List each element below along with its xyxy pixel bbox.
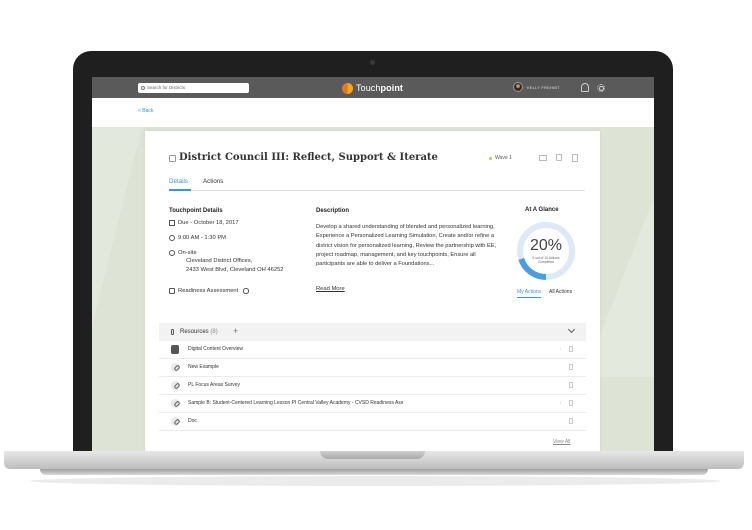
details-heading: Touchpoint Details — [169, 208, 223, 214]
active-tab-indicator — [169, 189, 191, 191]
wave-label: Wave 1 — [495, 155, 512, 161]
resource-row[interactable]: PL Focus Areas Survey — [159, 377, 586, 395]
trash-icon[interactable] — [572, 154, 578, 162]
mail-icon[interactable] — [539, 155, 547, 161]
resource-name[interactable]: New Example — [188, 364, 219, 370]
laptop-notch — [320, 451, 425, 459]
link-icon — [171, 381, 180, 390]
delete-icon[interactable] — [569, 346, 573, 352]
avatar — [513, 82, 523, 92]
active-toggle-indicator — [517, 297, 541, 299]
description-text: Develop a shared understanding of blende… — [316, 224, 497, 268]
calendar-icon — [169, 220, 175, 226]
back-bar: < Back — [92, 98, 654, 127]
view-all-link[interactable]: View All — [553, 439, 570, 445]
laptop-screen: Search for Districts Touchpoint KELLY FR… — [92, 77, 654, 451]
due-date: Due - October 18, 2017 — [169, 219, 239, 227]
delete-icon[interactable] — [569, 400, 573, 406]
resource-row[interactable]: Doc — [159, 413, 586, 431]
paperclip-icon — [171, 329, 174, 335]
all-actions-toggle[interactable]: All Actions — [549, 289, 572, 295]
page-title: District Council III: Reflect, Support &… — [179, 152, 438, 163]
laptop-base-bottom — [40, 469, 708, 475]
link-icon — [171, 363, 180, 372]
resources-header[interactable]: Resources (8) + — [159, 323, 586, 341]
resources-count: (8) — [210, 328, 218, 335]
at-a-glance-heading: At A Glance — [525, 207, 559, 213]
add-resource-button[interactable]: + — [233, 327, 238, 336]
back-link[interactable]: < Back — [138, 108, 153, 114]
info-icon[interactable] — [243, 288, 249, 294]
session-checkbox[interactable] — [169, 155, 176, 162]
download-icon[interactable]: ↓ — [559, 400, 562, 406]
progress-percent: 20% — [529, 237, 563, 254]
read-more-link[interactable]: Read More — [316, 286, 345, 292]
resource-name[interactable]: Digital Content Overview — [188, 346, 243, 352]
clock-icon — [169, 235, 175, 241]
delete-icon[interactable] — [569, 382, 573, 388]
document-icon — [171, 345, 179, 354]
resource-name[interactable]: Doc — [188, 418, 197, 424]
logo-icon — [342, 82, 353, 94]
camera-icon — [370, 60, 375, 65]
user-name: KELLY FREHIBT — [527, 84, 560, 90]
background-shape — [92, 127, 142, 327]
chevron-down-icon[interactable] — [567, 325, 576, 334]
logo-text: Touchpoint — [356, 83, 404, 93]
gear-icon[interactable] — [597, 84, 605, 92]
user-menu[interactable]: KELLY FREHIBT — [513, 82, 560, 92]
resource-row[interactable]: Digital Content Overview ↓ — [159, 341, 586, 359]
tab-actions[interactable]: Actions — [203, 178, 223, 185]
my-actions-toggle[interactable]: My Actions — [517, 289, 541, 295]
resource-name[interactable]: PL Focus Areas Survey — [188, 382, 240, 388]
location-icon — [169, 250, 175, 256]
delete-icon[interactable] — [569, 364, 573, 370]
session-time: 9:00 AM - 1:30 PM — [169, 234, 226, 242]
resource-row[interactable]: Sample B: Student-Centered Learning Less… — [159, 395, 586, 413]
copy-icon[interactable] — [556, 154, 562, 161]
wave-dot-icon — [489, 156, 492, 160]
description-heading: Description — [316, 208, 350, 214]
tab-details[interactable]: Details — [169, 178, 188, 185]
top-navigation-bar: Search for Districts Touchpoint KELLY FR… — [92, 77, 654, 98]
tab-bar: Details Actions — [169, 177, 585, 191]
download-icon[interactable]: ↓ — [559, 346, 562, 352]
checkbox-checked-icon — [169, 288, 175, 294]
delete-icon[interactable] — [569, 418, 573, 424]
touchpoint-logo[interactable]: Touchpoint — [342, 81, 403, 95]
progress-caption: 5 out of 10 Actions Completed — [532, 256, 560, 264]
session-location: On-site Cleveland District Offices, 2433… — [169, 249, 284, 274]
search-input[interactable]: Search for Districts — [138, 83, 249, 93]
touchpoint-card: District Council III: Reflect, Support &… — [145, 131, 600, 451]
bell-icon[interactable] — [581, 83, 589, 92]
resource-row[interactable]: New Example — [159, 359, 586, 377]
link-icon — [171, 417, 180, 426]
wave-badge: Wave 1 — [489, 155, 512, 161]
link-icon — [171, 399, 180, 408]
readiness-assessment[interactable]: Readiness Assessment — [169, 287, 249, 295]
resources-label: Resources — [180, 328, 209, 335]
search-icon — [141, 85, 145, 90]
resource-name[interactable]: Sample B: Student-Centered Learning Less… — [188, 400, 403, 406]
search-placeholder: Search for Districts — [147, 85, 186, 90]
laptop-shadow — [30, 476, 720, 486]
